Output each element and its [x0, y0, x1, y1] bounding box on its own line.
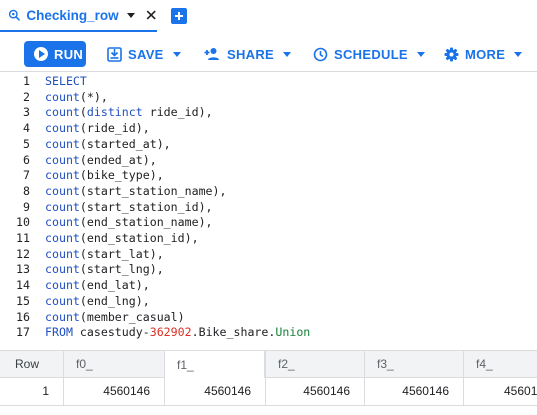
code-text: count(start_station_id), [45, 199, 213, 214]
query-tab[interactable]: Checking_row [0, 0, 157, 32]
code-line[interactable]: 7 count(bike_type), [0, 167, 537, 183]
code-line[interactable]: 15 count(end_lng), [0, 293, 537, 309]
code-text: count(end_lng), [45, 293, 150, 308]
sql-editor[interactable]: 1 SELECT 2 count(*), 3 count(distinct ride_id… [0, 72, 537, 348]
code-line[interactable]: 10 count(end_station_name), [0, 214, 537, 230]
code-text: SELECT [45, 74, 87, 88]
column-header-f2[interactable]: f2_ [265, 351, 364, 377]
schedule-button[interactable]: SCHEDULE [313, 41, 425, 67]
more-caret-icon [514, 51, 523, 57]
gear-icon [444, 47, 459, 61]
code-text: count(member_casual) [45, 309, 185, 324]
share-label: SHARE [227, 46, 275, 62]
code-text: count(ended_at), [45, 152, 157, 167]
line-number: 1 [23, 74, 30, 88]
more-button[interactable]: MORE [444, 41, 523, 67]
line-number: 3 [23, 105, 30, 120]
results-table: Row f0_ f1_ f2_ f3_ f4_ 1 4560146 456014… [0, 350, 537, 415]
schedule-label: SCHEDULE [334, 46, 408, 62]
line-number: 2 [23, 89, 30, 104]
line-number: 4 [23, 121, 30, 136]
code-text: count(ride_id), [45, 121, 150, 136]
code-line[interactable]: 5 count(started_at), [0, 136, 537, 152]
table-cell-f2[interactable]: 4560146 [265, 378, 364, 405]
code-text: count(end_station_name), [45, 215, 213, 230]
query-search-icon [8, 9, 20, 21]
column-header-f0[interactable]: f0_ [63, 351, 164, 377]
table-cell-f3[interactable]: 4560146 [364, 378, 463, 405]
new-tab-plus-icon[interactable] [171, 8, 187, 24]
table-cell-f0[interactable]: 4560146 [63, 378, 164, 405]
save-button[interactable]: SAVE [107, 41, 181, 67]
code-text: count(distinct ride_id), [45, 105, 213, 120]
query-toolbar: RUN SAVE SHARE SCHEDULE MORE [0, 32, 537, 72]
table-row: 1 4560146 4560146 4560146 4560146 456014… [0, 378, 537, 406]
table-cell-f1[interactable]: 4560146 [164, 378, 265, 405]
column-header-f4[interactable]: f4_ [463, 351, 537, 377]
line-number: 9 [23, 199, 30, 214]
line-number: 12 [16, 246, 30, 261]
run-label: RUN [54, 46, 84, 62]
code-line[interactable]: 2 count(*), [0, 89, 537, 105]
line-number: 7 [23, 168, 30, 183]
line-number: 15 [16, 293, 30, 308]
share-button[interactable]: SHARE [204, 41, 292, 67]
code-line[interactable]: 9 count(start_station_id), [0, 199, 537, 215]
play-icon [34, 47, 48, 61]
clock-icon [313, 47, 328, 61]
add-person-icon [204, 48, 219, 60]
save-label: SAVE [128, 46, 164, 62]
code-line[interactable]: 1 SELECT [0, 73, 537, 89]
code-line[interactable]: 13 count(start_lng), [0, 261, 537, 277]
code-line[interactable]: 3 count(distinct ride_id), [0, 104, 537, 120]
code-line[interactable]: 6 count(ended_at), [0, 152, 537, 168]
code-line[interactable]: 12 count(start_lat), [0, 246, 537, 262]
run-button[interactable]: RUN [24, 41, 86, 67]
line-number: 5 [23, 136, 30, 151]
code-text: count(start_station_name), [45, 183, 227, 198]
code-line[interactable]: 8 count(start_station_name), [0, 183, 537, 199]
column-header-row[interactable]: Row [0, 351, 63, 377]
line-number: 11 [16, 231, 30, 245]
column-header-f1[interactable]: f1_ [164, 350, 265, 378]
share-caret-icon [283, 51, 292, 57]
code-text: count(started_at), [45, 136, 171, 151]
line-number: 14 [16, 278, 30, 293]
line-number: 8 [23, 183, 30, 198]
tab-menu-caret-icon[interactable] [126, 12, 135, 18]
code-text: FROM casestudy-362902.Bike_share.Union [45, 325, 311, 340]
schedule-caret-icon [416, 51, 425, 57]
line-number: 6 [23, 152, 30, 167]
code-text: count(end_station_id), [45, 231, 199, 245]
code-line[interactable]: 4 count(ride_id), [0, 120, 537, 136]
column-header-f3[interactable]: f3_ [364, 351, 463, 377]
code-text: count(start_lng), [45, 262, 164, 277]
save-icon [107, 46, 122, 62]
row-number-cell: 1 [42, 384, 49, 398]
close-icon[interactable] [145, 8, 157, 22]
more-label: MORE [465, 46, 506, 62]
line-number: 10 [16, 215, 30, 230]
line-number: 16 [16, 309, 30, 324]
code-line[interactable]: 16 count(member_casual) [0, 309, 537, 325]
line-number: 17 [16, 325, 30, 340]
results-header-row: Row f0_ f1_ f2_ f3_ f4_ [0, 350, 537, 378]
code-line[interactable]: 11 count(end_station_id), [0, 230, 537, 246]
code-line[interactable]: 17 FROM casestudy-362902.Bike_share.Union [0, 324, 537, 340]
save-caret-icon [172, 51, 181, 57]
code-line[interactable]: 14 count(end_lat), [0, 277, 537, 293]
code-text: count(*), [45, 89, 108, 104]
code-text: count(start_lat), [45, 246, 164, 261]
code-text: count(bike_type), [45, 168, 164, 183]
code-text: count(end_lat), [45, 278, 150, 293]
tab-bar: Checking_row [0, 0, 537, 32]
table-cell-f4[interactable]: 4560146 [463, 378, 537, 405]
tab-title: Checking_row [26, 7, 119, 23]
line-number: 13 [16, 262, 30, 277]
